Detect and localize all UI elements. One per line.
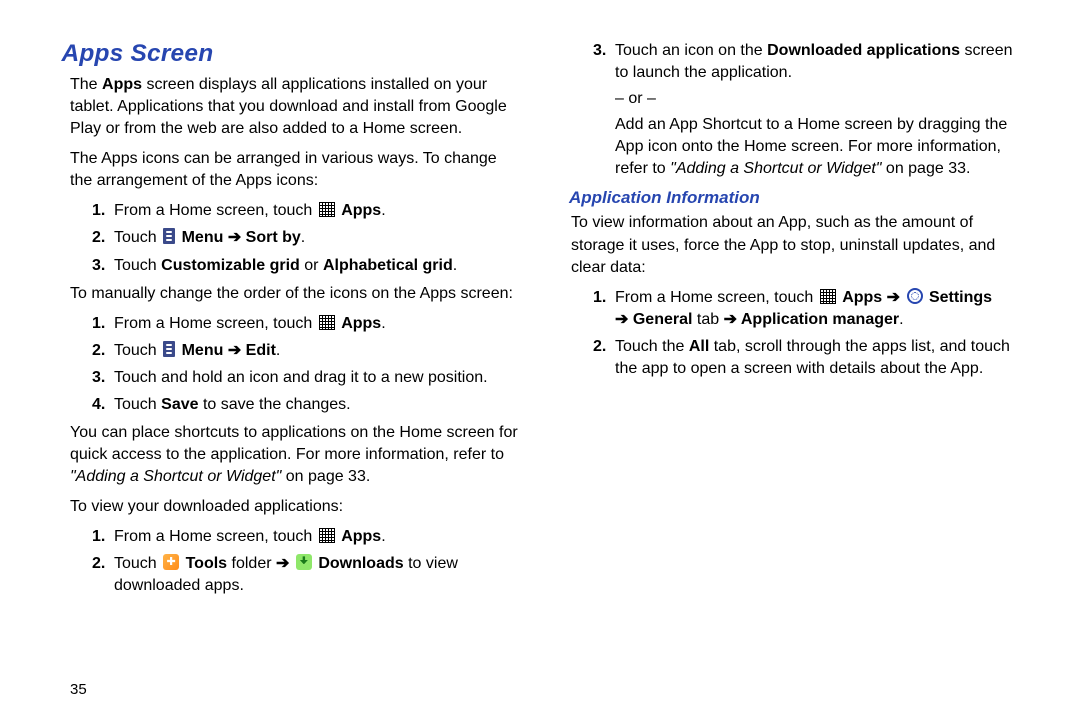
paragraph: You can place shortcuts to applications … [70,422,521,488]
or-divider: – or – [615,88,1022,110]
settings-icon [907,288,923,304]
list-item: From a Home screen, touch Apps. [92,526,521,548]
paragraph: The Apps screen displays all application… [70,74,521,140]
downloads-icon [296,554,312,570]
page-number: 35 [70,681,87,698]
list-item: From a Home screen, touch Apps ➔ Setting… [593,287,1022,331]
tools-folder-icon [163,554,179,570]
paragraph: The Apps icons can be arranged in variou… [70,148,521,192]
paragraph: To manually change the order of the icon… [70,283,521,305]
apps-grid-icon [820,289,836,304]
list-item: Touch an icon on the Downloaded applicat… [593,40,1022,180]
list-item: Touch the All tab, scroll through the ap… [593,336,1022,380]
apps-grid-icon [319,528,335,543]
menu-icon [163,228,175,244]
menu-icon [163,341,175,357]
apps-grid-icon [319,202,335,217]
apps-grid-icon [319,315,335,330]
list-item: Touch Menu ➔ Sort by. [92,227,521,249]
steps-app-info: From a Home screen, touch Apps ➔ Setting… [571,287,1022,380]
heading-application-information: Application Information [569,188,1022,208]
steps-manual-order: From a Home screen, touch Apps. Touch Me… [70,313,521,416]
list-item: Touch Customizable grid or Alphabetical … [92,255,521,277]
heading-apps-screen: Apps Screen [61,40,525,68]
list-item: Touch Tools folder ➔ Downloads to view d… [92,553,521,597]
manual-page: Apps Screen The Apps screen displays all… [0,0,1080,720]
paragraph: To view information about an App, such a… [571,212,1022,278]
list-item: From a Home screen, touch Apps. [92,313,521,335]
list-item: From a Home screen, touch Apps. [92,200,521,222]
list-item: Touch and hold an icon and drag it to a … [92,367,521,389]
paragraph: To view your downloaded applications: [70,496,521,518]
alt-instruction: Add an App Shortcut to a Home screen by … [615,114,1022,180]
steps-arrange-icons: From a Home screen, touch Apps. Touch Me… [70,200,521,276]
list-item: Touch Save to save the changes. [92,394,521,416]
list-item: Touch Menu ➔ Edit. [92,340,521,362]
